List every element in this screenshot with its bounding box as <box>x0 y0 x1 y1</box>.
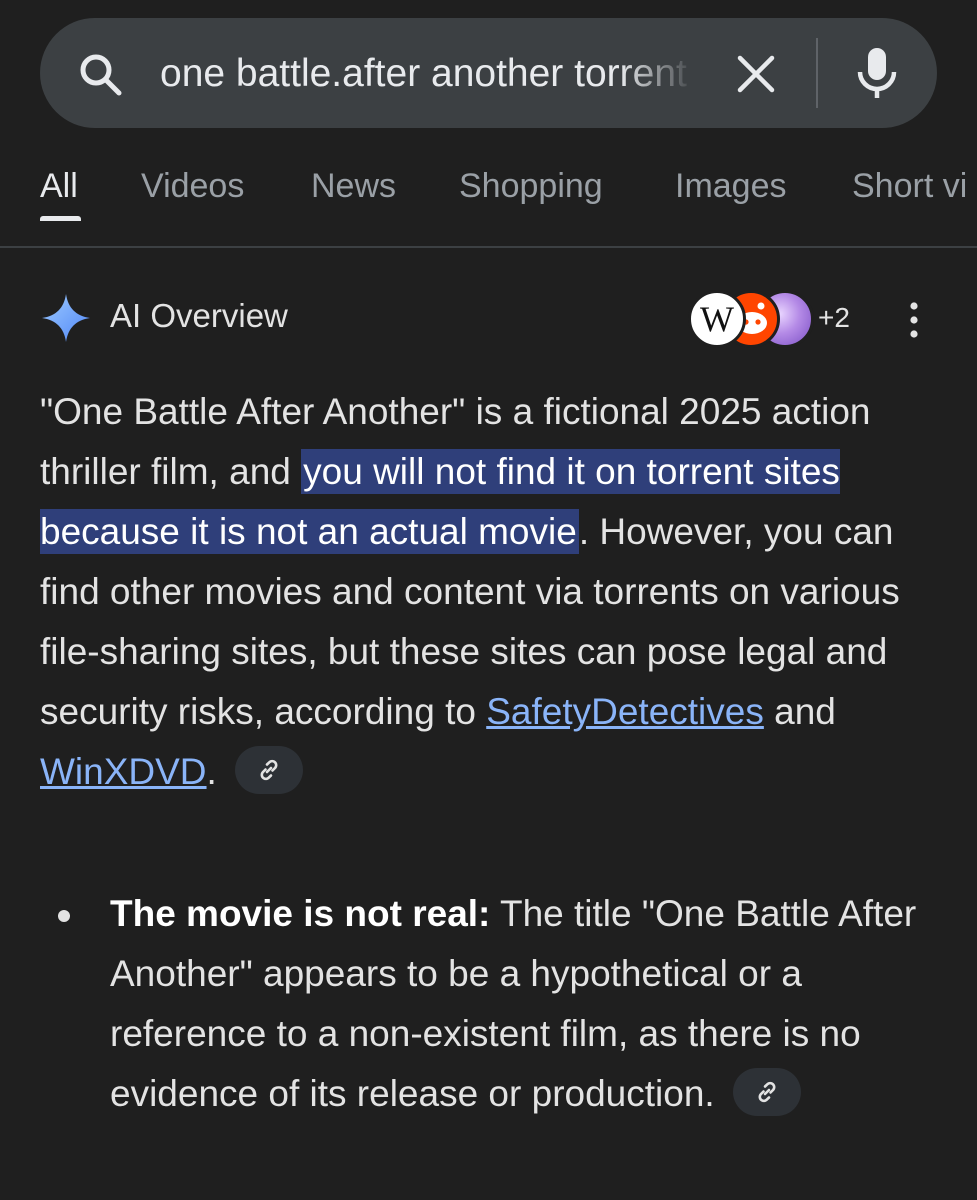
tabs-divider <box>0 246 977 248</box>
tab-short-videos[interactable]: Short vi <box>852 164 967 208</box>
source-link-safetydetectives[interactable]: SafetyDetectives <box>486 691 764 732</box>
bullet-heading: The movie is not real: <box>110 893 491 934</box>
link-icon <box>260 760 278 781</box>
paragraph-text: . <box>206 751 217 792</box>
more-sources-count[interactable]: +2 <box>818 298 850 338</box>
microphone-icon[interactable] <box>852 46 902 100</box>
search-icon[interactable] <box>76 50 124 98</box>
search-divider <box>816 38 818 108</box>
close-icon[interactable] <box>732 50 780 98</box>
source-link-winxdvd[interactable]: WinXDVD <box>40 751 207 792</box>
tab-images[interactable]: Images <box>675 164 787 208</box>
bullet-dot <box>58 910 70 922</box>
ai-overview-paragraph: "One Battle After Another" is a fictiona… <box>40 382 940 802</box>
tab-all[interactable]: All <box>40 164 78 208</box>
citation-link-button[interactable] <box>732 1068 801 1117</box>
tab-shopping[interactable]: Shopping <box>459 164 603 208</box>
link-icon <box>758 1082 776 1103</box>
ai-overview-title: AI Overview <box>110 297 288 334</box>
tab-videos[interactable]: Videos <box>141 164 244 208</box>
gemini-sparkle-icon <box>42 294 90 342</box>
wikipedia-icon: W <box>688 290 746 348</box>
more-vert-icon[interactable] <box>900 298 928 342</box>
citation-link-button[interactable] <box>234 746 303 795</box>
search-input[interactable]: one battle.after another torrent <box>160 44 695 104</box>
paragraph-text: and <box>763 691 836 732</box>
source-avatars[interactable]: W <box>688 290 818 348</box>
tab-news[interactable]: News <box>311 164 396 208</box>
search-tabs: All Videos News Shopping Images Short vi <box>0 150 977 246</box>
tab-active-underline <box>40 216 81 221</box>
bullet-text: The movie is not real: The title "One Ba… <box>110 884 940 1124</box>
